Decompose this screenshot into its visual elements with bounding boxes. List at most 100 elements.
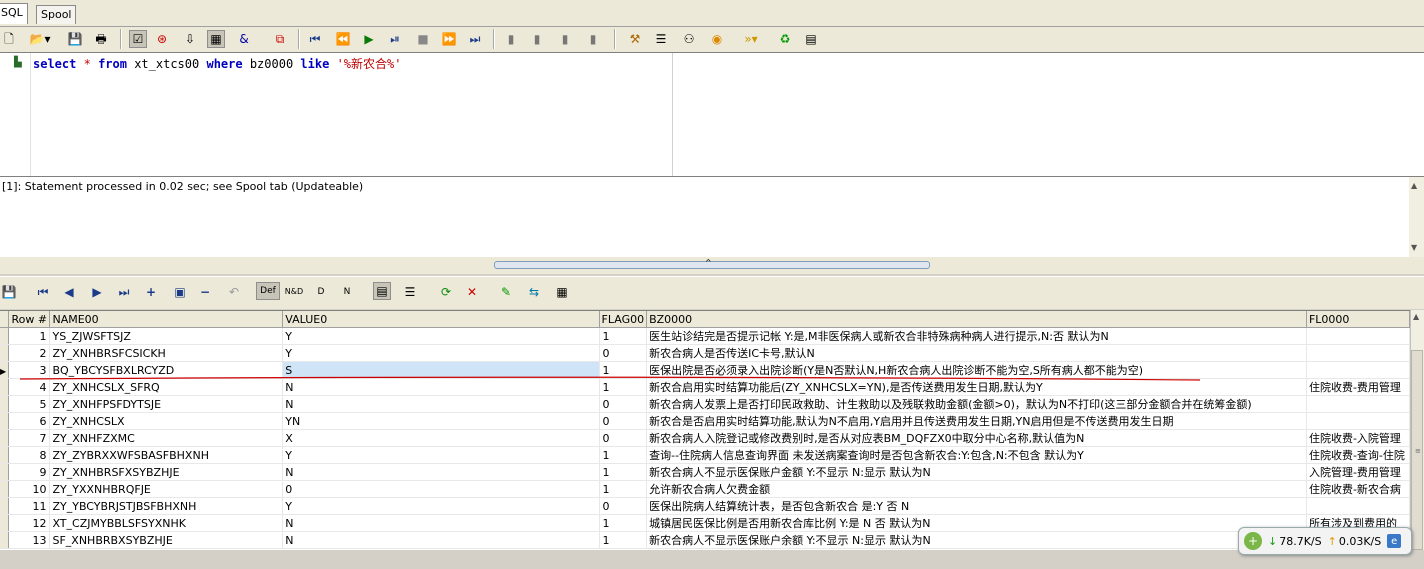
table-row[interactable]: 2 ZY_XNHBRSFCSICKH Y 0 新农合病人是否传送IC卡号,默认N (0, 344, 1411, 362)
cell-flag[interactable]: 0 (599, 344, 648, 362)
cell-rownum[interactable]: 10 (8, 480, 51, 498)
grid-tool3-icon[interactable]: ▦ (553, 283, 571, 301)
cell-rownum[interactable]: 13 (8, 531, 51, 549)
grid-save-icon[interactable]: 💾 (0, 283, 18, 301)
cell-value[interactable]: Y (282, 446, 600, 464)
cell-bz[interactable]: 城镇居民医保比例是否用新农合库比例 Y:是 N 否 默认为N (646, 514, 1307, 532)
tab-sql[interactable]: SQL (0, 3, 28, 24)
cancel-icon[interactable]: ✕ (463, 283, 481, 301)
grid-edit-icon[interactable]: ▣ (171, 283, 189, 301)
cell-bz[interactable]: 允许新农合病人欠费金额 (646, 480, 1307, 498)
grid-form-icon[interactable]: ☰ (401, 283, 419, 301)
first-icon[interactable]: ⏮ (306, 30, 324, 48)
cell-name[interactable]: ZY_XNHBRSFXSYBZHJE (49, 463, 284, 481)
browser-icon[interactable]: e (1387, 534, 1402, 548)
table-row[interactable]: 9 ZY_XNHBRSFXSYBZHJE N 1 新农合病人不显示医保账户金额 Y:不显… (0, 463, 1411, 481)
cell-fl[interactable] (1306, 412, 1411, 430)
table-row[interactable]: 11 ZY_YBCYBRJSTJBSFBHXNH Y 0 医保出院病人结算统计表，是否包… (0, 497, 1411, 515)
cell-fl[interactable]: 住院收费-入院管理 (1306, 429, 1411, 447)
table-row[interactable]: 12 XT_CZJMYBBLSFSYXNHK N 1 城镇居民医保比例是否用新农合库比例… (0, 514, 1411, 532)
run-icon[interactable]: ▶ (360, 30, 378, 48)
cell-bz[interactable]: 新农合病人是否传送IC卡号,默认N (646, 344, 1307, 362)
col-header-rownum[interactable]: Row # (8, 311, 51, 328)
cell-flag[interactable]: 0 (599, 497, 648, 515)
cell-fl[interactable] (1306, 497, 1411, 515)
cell-bz[interactable]: 新农合病人不显示医保账户金额 Y:不显示 N:显示 默认为N (646, 463, 1307, 481)
cell-fl[interactable]: 入院管理-费用管理 (1306, 463, 1411, 481)
new-icon[interactable]: 🗋 (0, 30, 18, 48)
grid-scroll-up-icon[interactable]: ▲ (1413, 312, 1419, 321)
result-grid[interactable]: Row # NAME00 VALUE0 FLAG00 BZ0000 FL0000… (0, 310, 1411, 551)
grid-undo-icon[interactable]: ↶ (225, 283, 243, 301)
cell-flag[interactable]: 0 (599, 429, 648, 447)
tab-spool[interactable]: Spool (36, 5, 77, 24)
col-header-name[interactable]: NAME00 (49, 311, 284, 328)
next-icon[interactable]: ⏩ (440, 30, 458, 48)
cell-fl[interactable] (1306, 361, 1411, 379)
cell-value[interactable]: Y (282, 344, 600, 362)
cell-value[interactable]: N (282, 463, 600, 481)
doc1-icon[interactable]: ▮ (502, 30, 520, 48)
network-monitor[interactable]: + ↓ 78.7K/S ↑ 0.03K/S e (1238, 527, 1412, 555)
tools-icon[interactable]: ⚒ (626, 30, 644, 48)
grid-delete-icon[interactable]: − (196, 283, 214, 301)
prev-icon[interactable]: ⏪ (334, 30, 352, 48)
cell-fl[interactable] (1306, 327, 1411, 345)
cell-rownum[interactable]: 11 (8, 497, 51, 515)
cell-rownum[interactable]: 9 (8, 463, 51, 481)
cell-flag[interactable]: 1 (599, 463, 648, 481)
grid-nd-icon[interactable]: N&D (284, 283, 304, 301)
cell-rownum[interactable]: 8 (8, 446, 51, 464)
cell-bz[interactable]: 新农合是否启用实时结算功能,默认为N不启用,Y启用并且传送费用发生日期,YN启用… (646, 412, 1307, 430)
cell-name[interactable]: ZY_XNHCSLX (49, 412, 284, 430)
table-row[interactable]: 7 ZY_XNHFZXMC X 0 新农合病人入院登记或修改费别时,是否从对应表BM_D… (0, 429, 1411, 447)
chevron-up-icon[interactable]: ^ (705, 258, 712, 267)
splitter-handle[interactable]: ^ (494, 258, 930, 269)
grid-n-icon[interactable]: N (338, 283, 356, 301)
list-icon[interactable]: ☰ (652, 30, 670, 48)
cell-name[interactable]: ZY_YBCYBRJSTJBSFBHXNH (49, 497, 284, 515)
run-step-icon[interactable]: ⏯ (386, 30, 404, 48)
binoculars-icon[interactable]: ⚇ (680, 30, 698, 48)
cell-value[interactable]: Y (282, 497, 600, 515)
cell-value[interactable]: N (282, 395, 600, 413)
cell-bz[interactable]: 新农合病人不显示医保账户余额 Y:不显示 N:显示 默认为N (646, 531, 1307, 549)
plus-icon[interactable]: + (1244, 532, 1262, 550)
window-icon[interactable]: ⧉ (271, 30, 289, 48)
cell-value[interactable]: X (282, 429, 600, 447)
grid-insert-icon[interactable]: + (142, 283, 160, 301)
col-header-fl[interactable]: FL0000 (1306, 311, 1411, 328)
open-icon[interactable]: 📂▾ (26, 30, 54, 48)
cell-bz[interactable]: 新农合病人发票上是否打印民政救助、计生救助以及残联救助金额(金额>0)，默认为N… (646, 395, 1307, 413)
table-row[interactable]: 5 ZY_XNHFPSFDYTSJE N 0 新农合病人发票上是否打印民政救助、计生救助… (0, 395, 1411, 413)
cell-rownum[interactable]: 2 (8, 344, 51, 362)
cell-fl[interactable] (1306, 344, 1411, 362)
cell-flag[interactable]: 1 (599, 327, 648, 345)
doc4-icon[interactable]: ▮ (584, 30, 602, 48)
cell-bz[interactable]: 医保出院病人结算统计表，是否包含新农合 是:Y 否 N (646, 497, 1307, 515)
explain-icon[interactable]: ⊛ (153, 30, 171, 48)
cell-name[interactable]: XT_CZJMYBBLSFSYXNHK (49, 514, 284, 532)
grid-prev-icon[interactable]: ◀ (60, 283, 78, 301)
table-row[interactable]: 10 ZY_YXXNHBRQFJE 0 1 允许新农合病人欠费金额 住院收费-新农合病 (0, 480, 1411, 498)
cell-name[interactable]: SF_XNHBRBXSYBZHJE (49, 531, 284, 549)
cell-flag[interactable]: 1 (599, 480, 648, 498)
cell-flag[interactable]: 1 (599, 514, 648, 532)
grid-scroll-thumb[interactable]: ≡ (1411, 350, 1423, 550)
bookmark-icon[interactable]: »▾ (736, 30, 766, 48)
query-builder-icon[interactable]: ▦ (207, 30, 225, 48)
grid-tool2-icon[interactable]: ⇆ (525, 283, 543, 301)
cell-value[interactable]: YN (282, 412, 600, 430)
grid-last-icon[interactable]: ⏭ (115, 283, 133, 301)
grid-icon[interactable]: ▤ (802, 30, 820, 48)
grid-next-icon[interactable]: ▶ (88, 283, 106, 301)
refresh-icon[interactable]: ⟳ (437, 283, 455, 301)
cell-fl[interactable]: 住院收费-查询-住院 (1306, 446, 1411, 464)
find-icon[interactable]: & (235, 30, 253, 48)
cell-value[interactable]: N (282, 531, 600, 549)
table-row[interactable]: 1 YS_ZJWSFTSJZ Y 1 医生站诊结完是否提示记帐 Y:是,M非医保病人或新… (0, 327, 1411, 345)
scroll-down-icon[interactable]: ▼ (1411, 243, 1417, 252)
cell-flag[interactable]: 0 (599, 395, 648, 413)
last-icon[interactable]: ⏭ (466, 30, 484, 48)
cell-flag[interactable]: 1 (599, 531, 648, 549)
